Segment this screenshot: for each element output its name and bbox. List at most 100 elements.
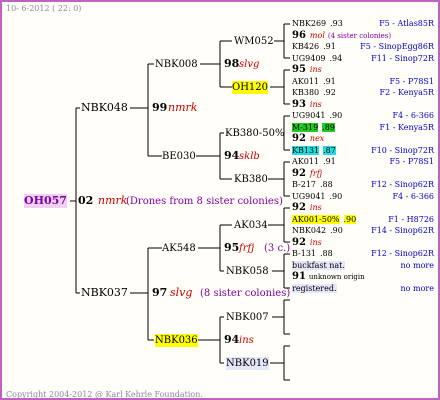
gen4-value: .87 [323,145,336,155]
gen4-location: F2 - Kenya5R [379,88,434,97]
gen4-row: 92 ins [292,237,434,248]
gen4-location: F10 - Sinop72R [371,145,434,155]
gen4-value: .90 [330,226,343,235]
gen2-id-1: BE030 [162,151,196,162]
gen4-id: NBK042 [292,226,327,235]
gen4-row: 95 ins [292,64,434,75]
gen4-location: F5 - P78S1 [389,76,434,86]
gen4-row: 93 ins [292,99,434,110]
gen4-breed: ins [309,65,322,74]
gen4-row: UG9041.90 F4 - 6-366 [292,110,434,121]
gen2-year-0: 98 [224,57,240,70]
gen4-id: UG9041 [292,191,326,201]
gen3-id-1: OH120 [232,81,269,94]
gen2-breed-0: slvg [239,59,260,70]
gen4-value: .88 [320,180,333,189]
gen3-id-2: KB380-50% [225,128,285,139]
gen4-location: F1 - Kenya5R [379,122,434,132]
gen3-id-0: WM052 [234,36,274,47]
gen2-breed-2: frfj [239,243,255,254]
gen4-id: M-319 [292,122,319,132]
gen4-value: .94 [329,53,343,63]
gen2-year-3: 94 [224,333,240,346]
gen4-row: B-131 .88 F12 - Sinop62R [292,248,434,259]
gen4-row: registered. no more [292,283,434,294]
gen4-row: KB380.92 F2 - Kenya5R [292,87,434,98]
gen4-breed: ins [309,237,322,247]
gen4-id: B-131 [292,249,316,258]
gen4-value: .91 [323,76,336,86]
gen4-value: .91 [323,157,336,166]
gen4-breed: nex [309,134,325,143]
root-year: 02 [78,194,94,207]
gen4-value: .88 [320,249,333,258]
gen4-location: F5 - P78S1 [389,157,434,166]
gen4-id: UG9041 [292,111,326,120]
gen4-row: buckfast nat. no more [292,260,434,271]
gen4-year: 91 [292,271,306,282]
gen4-value: .91 [323,42,336,51]
gen3-id-4: AK034 [234,220,268,231]
date-stamp: 10- 6-2012 ( 22: 0) [6,4,82,13]
gen4-value: .89 [322,122,335,132]
root-note: (Drones from 8 sister colonies) [126,196,283,207]
gen2-id-0: NBK008 [155,59,198,70]
gen4-row: 92 ins [292,202,434,213]
gen4-row: KB131.87 F10 - Sinop72R [292,145,434,156]
gen1-id-0: NBK048 [81,101,128,114]
gen4-row: AK011.91 F5 - P78S1 [292,76,434,87]
gen4-id: buckfast nat. [292,260,345,270]
gen4-location: F12 - Sinop62R [371,249,434,258]
gen4-year: 92 [292,202,306,213]
gen4-id: AK001-50% [292,214,340,224]
gen4-location: F4 - 6-366 [392,111,435,120]
gen4-row: NBK269.93 F5 - Atlas85R [292,18,434,29]
root-breed: nmrk [98,194,128,207]
gen4-row: KB426.91 F5 - SinopEgg86R [292,41,434,52]
gen4-row: 92 frfj [292,168,434,179]
gen4-row: UG9409.94 F11 - Sinop72R [292,53,434,64]
gen4-breed: ins [309,203,322,212]
gen4-year: 96 [292,29,306,41]
gen4-value: .90 [329,111,343,120]
gen3-id-7: NBK019 [226,357,269,370]
gen2-breed-1: sklb [239,151,260,162]
gen2-id-2: AK548 [162,243,196,254]
gen4-id: AK011 [292,157,320,166]
gen2-year-2: 95 [224,241,240,254]
gen4-location: F1 - H8726 [388,214,434,224]
gen4-note: unknown origin [308,273,365,281]
gen4-row: AK001-50% .90 F1 - H8726 [292,214,434,225]
gen4-year: 93 [292,98,306,110]
gen4-row: NBK042.90 F14 - Sinop62R [292,225,434,236]
gen4-id: KB426 [292,42,320,51]
gen4-id: KB131 [292,145,320,155]
gen2-year-1: 94 [224,149,240,162]
gen4-id: NBK269 [292,19,327,28]
gen4-location: F4 - 6-366 [392,191,435,201]
gen3-id-6: NBK007 [226,312,269,323]
gen4-location: no more [400,260,434,270]
gen4-location: F14 - Sinop62R [371,226,434,235]
gen2-breed-3: ins [239,335,254,346]
gen1-note-1: (8 sister colonies) [200,288,291,299]
gen4-id: UG9409 [292,53,326,63]
gen4-breed: mol [309,30,325,40]
gen4-value: .93 [330,19,343,28]
gen4-row: B-217 .88 F12 - Sinop62R [292,179,434,190]
gen4-row: 91 unknown origin [292,271,434,283]
gen4-value: .92 [323,88,336,97]
gen4-location: F11 - Sinop72R [371,53,434,63]
gen4-id: AK011 [292,76,320,86]
gen4-year: 92 [292,167,306,179]
gen4-row: M-319.89 F1 - Kenya5R [292,122,434,133]
gen4-id: KB380 [292,88,320,97]
gen4-breed: ins [309,99,322,109]
gen1-id-1: NBK037 [81,286,128,299]
gen4-row: 92 nex [292,133,434,144]
gen4-year: 95 [292,64,306,75]
gen4-row: 96 mol (4 sister colonies) [292,30,434,42]
gen1-breed-0: nmrk [168,101,198,114]
gen3-id-5: NBK058 [226,266,269,277]
gen4-row: AK011.91 F5 - P78S1 [292,156,434,167]
